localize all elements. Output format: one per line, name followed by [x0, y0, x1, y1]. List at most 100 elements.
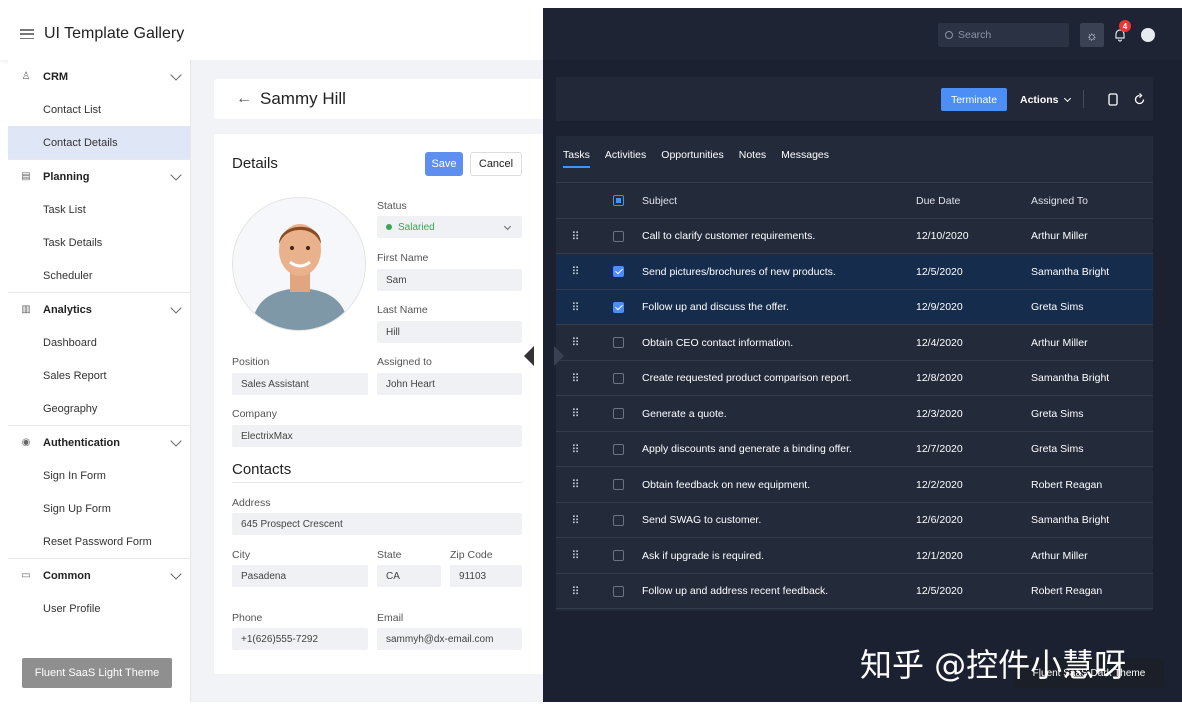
status-select[interactable]: Salaried	[377, 216, 522, 238]
row-checkbox[interactable]	[612, 372, 624, 384]
tabs-bar: Tasks Activities Opportunities Notes Message…	[556, 136, 844, 174]
drag-handle-icon[interactable]: ⠿	[556, 585, 594, 598]
actions-dropdown[interactable]: Actions	[1020, 88, 1071, 111]
drag-handle-icon[interactable]: ⠿	[556, 478, 594, 491]
subject-cell: Send pictures/brochures of new products.	[642, 265, 836, 278]
tab-2[interactable]: Opportunities	[661, 136, 723, 174]
table-row[interactable]: ⠿ Obtain feedback on new equipment. 12/2/2…	[556, 468, 1153, 503]
sidebar-group-1[interactable]: ▤ Planning	[8, 160, 190, 193]
table-row[interactable]: ⠿ Follow up and address recent feedback. 1…	[556, 574, 1153, 609]
split-left-arrow-icon[interactable]	[524, 346, 534, 366]
table-row[interactable]: ⠿ Obtain CEO contact information. 12/4/202…	[556, 326, 1153, 361]
drag-handle-icon[interactable]: ⠿	[556, 301, 594, 314]
status-value: Salaried	[398, 221, 435, 233]
sidebar-item[interactable]: Contact List	[8, 93, 190, 126]
sidebar-group-label: Common	[43, 569, 91, 582]
sidebar-item[interactable]: Task List	[8, 193, 190, 226]
table-row[interactable]: ⠿ Generate a quote. 12/3/2020 Greta Sims	[556, 397, 1153, 432]
row-checkbox[interactable]	[612, 585, 624, 597]
position-field[interactable]: Sales Assistant	[232, 373, 368, 395]
search-input[interactable]: Search	[938, 23, 1069, 47]
sidebar-item[interactable]: Sign Up Form	[8, 492, 190, 525]
phone-field[interactable]: +1(626)555-7292	[232, 628, 368, 650]
sidebar-item[interactable]: Geography	[8, 392, 190, 425]
zip-label: Zip Code	[450, 549, 493, 561]
sidebar-item[interactable]: Sign In Form	[8, 459, 190, 492]
save-button[interactable]: Save	[425, 152, 463, 176]
subject-cell: Obtain CEO contact information.	[642, 336, 794, 349]
sidebar: ♙ CRM Contact List Contact Details ▤ Planning…	[8, 60, 191, 702]
state-field[interactable]: CA	[377, 565, 441, 587]
row-checkbox[interactable]	[612, 266, 624, 277]
row-checkbox[interactable]	[612, 408, 624, 419]
assigned-to-column-header[interactable]: Assigned To	[1031, 195, 1153, 207]
row-checkbox[interactable]	[612, 301, 624, 313]
drag-handle-icon[interactable]: ⠿	[556, 265, 594, 278]
last-name-field[interactable]: Hill	[377, 321, 522, 343]
row-checkbox[interactable]	[612, 514, 624, 526]
table-row[interactable]: ⠿ Send pictures/brochures of new products…	[556, 254, 1153, 290]
due-date-cell: 12/9/2020	[916, 301, 963, 313]
row-checkbox[interactable]	[612, 230, 624, 242]
row-checkbox[interactable]	[612, 550, 624, 561]
sidebar-item[interactable]: Dashboard	[8, 326, 190, 359]
city-field[interactable]: Pasadena	[232, 565, 368, 587]
app-root: UI Template Gallery ♙ CRM Contact List Cont…	[0, 0, 1182, 712]
select-all-checkbox[interactable]	[612, 195, 624, 206]
zip-field[interactable]: 91103	[450, 565, 522, 587]
sun-icon[interactable]: ☼	[1080, 23, 1104, 47]
contact-name: Sammy Hill	[260, 89, 346, 108]
row-checkbox[interactable]	[612, 479, 624, 490]
sidebar-item[interactable]: Contact Details	[8, 126, 190, 159]
sidebar-group-3[interactable]: ◉ Authentication	[8, 426, 190, 459]
row-checkbox[interactable]	[612, 337, 624, 348]
address-field[interactable]: 645 Prospect Crescent	[232, 513, 522, 535]
drag-handle-icon[interactable]: ⠿	[556, 514, 594, 527]
tab-0[interactable]: Tasks	[563, 136, 590, 174]
table-row[interactable]: ⠿ Create requested product comparison rep…	[556, 361, 1153, 396]
cancel-button[interactable]: Cancel	[470, 152, 522, 176]
row-checkbox[interactable]	[612, 443, 624, 455]
tab-1[interactable]: Activities	[605, 136, 646, 174]
subject-column-header[interactable]: Subject	[642, 195, 916, 207]
due-date-cell: 12/3/2020	[916, 407, 963, 420]
table-row[interactable]: ⠿ Follow up and discuss the offer. 12/9/20…	[556, 290, 1153, 325]
user-avatar-icon[interactable]	[1136, 23, 1160, 47]
notification-badge: 4	[1119, 20, 1131, 32]
terminate-button[interactable]: Terminate	[941, 88, 1007, 111]
email-field[interactable]: sammyh@dx-email.com	[377, 628, 522, 650]
drag-handle-icon[interactable]: ⠿	[556, 230, 594, 243]
first-name-field[interactable]: Sam	[377, 269, 522, 291]
drag-handle-icon[interactable]: ⠿	[556, 549, 594, 562]
sidebar-item[interactable]: Task Details	[8, 226, 190, 259]
sidebar-group-2[interactable]: ▥ Analytics	[8, 293, 190, 326]
table-row[interactable]: ⠿ Call to clarify customer requirements. 1…	[556, 219, 1153, 254]
drag-handle-icon[interactable]: ⠿	[556, 372, 594, 385]
refresh-icon[interactable]	[1128, 88, 1150, 111]
table-row[interactable]: ⠿ Send SWAG to customer. 12/6/2020 Samantha…	[556, 503, 1153, 538]
sidebar-item[interactable]: Reset Password Form	[8, 525, 190, 558]
sidebar-group-4[interactable]: ▭ Common	[8, 559, 190, 592]
company-field[interactable]: ElectrixMax	[232, 425, 522, 447]
copy-icon[interactable]	[1102, 88, 1124, 111]
tab-3[interactable]: Notes	[739, 136, 766, 174]
phone-label: Phone	[232, 612, 263, 624]
menu-icon[interactable]	[20, 29, 34, 39]
due-date-cell: 12/7/2020	[916, 443, 963, 455]
table-row[interactable]: ⠿ Apply discounts and generate a binding …	[556, 432, 1153, 467]
drag-handle-icon[interactable]: ⠿	[556, 407, 594, 420]
light-theme-button[interactable]: Fluent SaaS Light Theme	[22, 658, 172, 688]
sidebar-item[interactable]: Scheduler	[8, 259, 190, 292]
split-right-arrow-icon[interactable]	[554, 346, 564, 366]
sidebar-group-0[interactable]: ♙ CRM	[8, 60, 190, 93]
drag-handle-icon[interactable]: ⠿	[556, 443, 594, 456]
due-date-column-header[interactable]: Due Date	[916, 195, 1031, 207]
sidebar-item[interactable]: Sales Report	[8, 359, 190, 392]
bell-icon[interactable]: 4	[1108, 20, 1132, 47]
due-date-cell: 12/8/2020	[916, 372, 963, 384]
tab-4[interactable]: Messages	[781, 136, 829, 174]
back-arrow-icon[interactable]: ←	[236, 90, 252, 108]
sidebar-item[interactable]: User Profile	[8, 592, 190, 625]
assigned-to-field[interactable]: John Heart	[377, 373, 522, 395]
table-row[interactable]: ⠿ Ask if upgrade is required. 12/1/2020 Art…	[556, 539, 1153, 574]
